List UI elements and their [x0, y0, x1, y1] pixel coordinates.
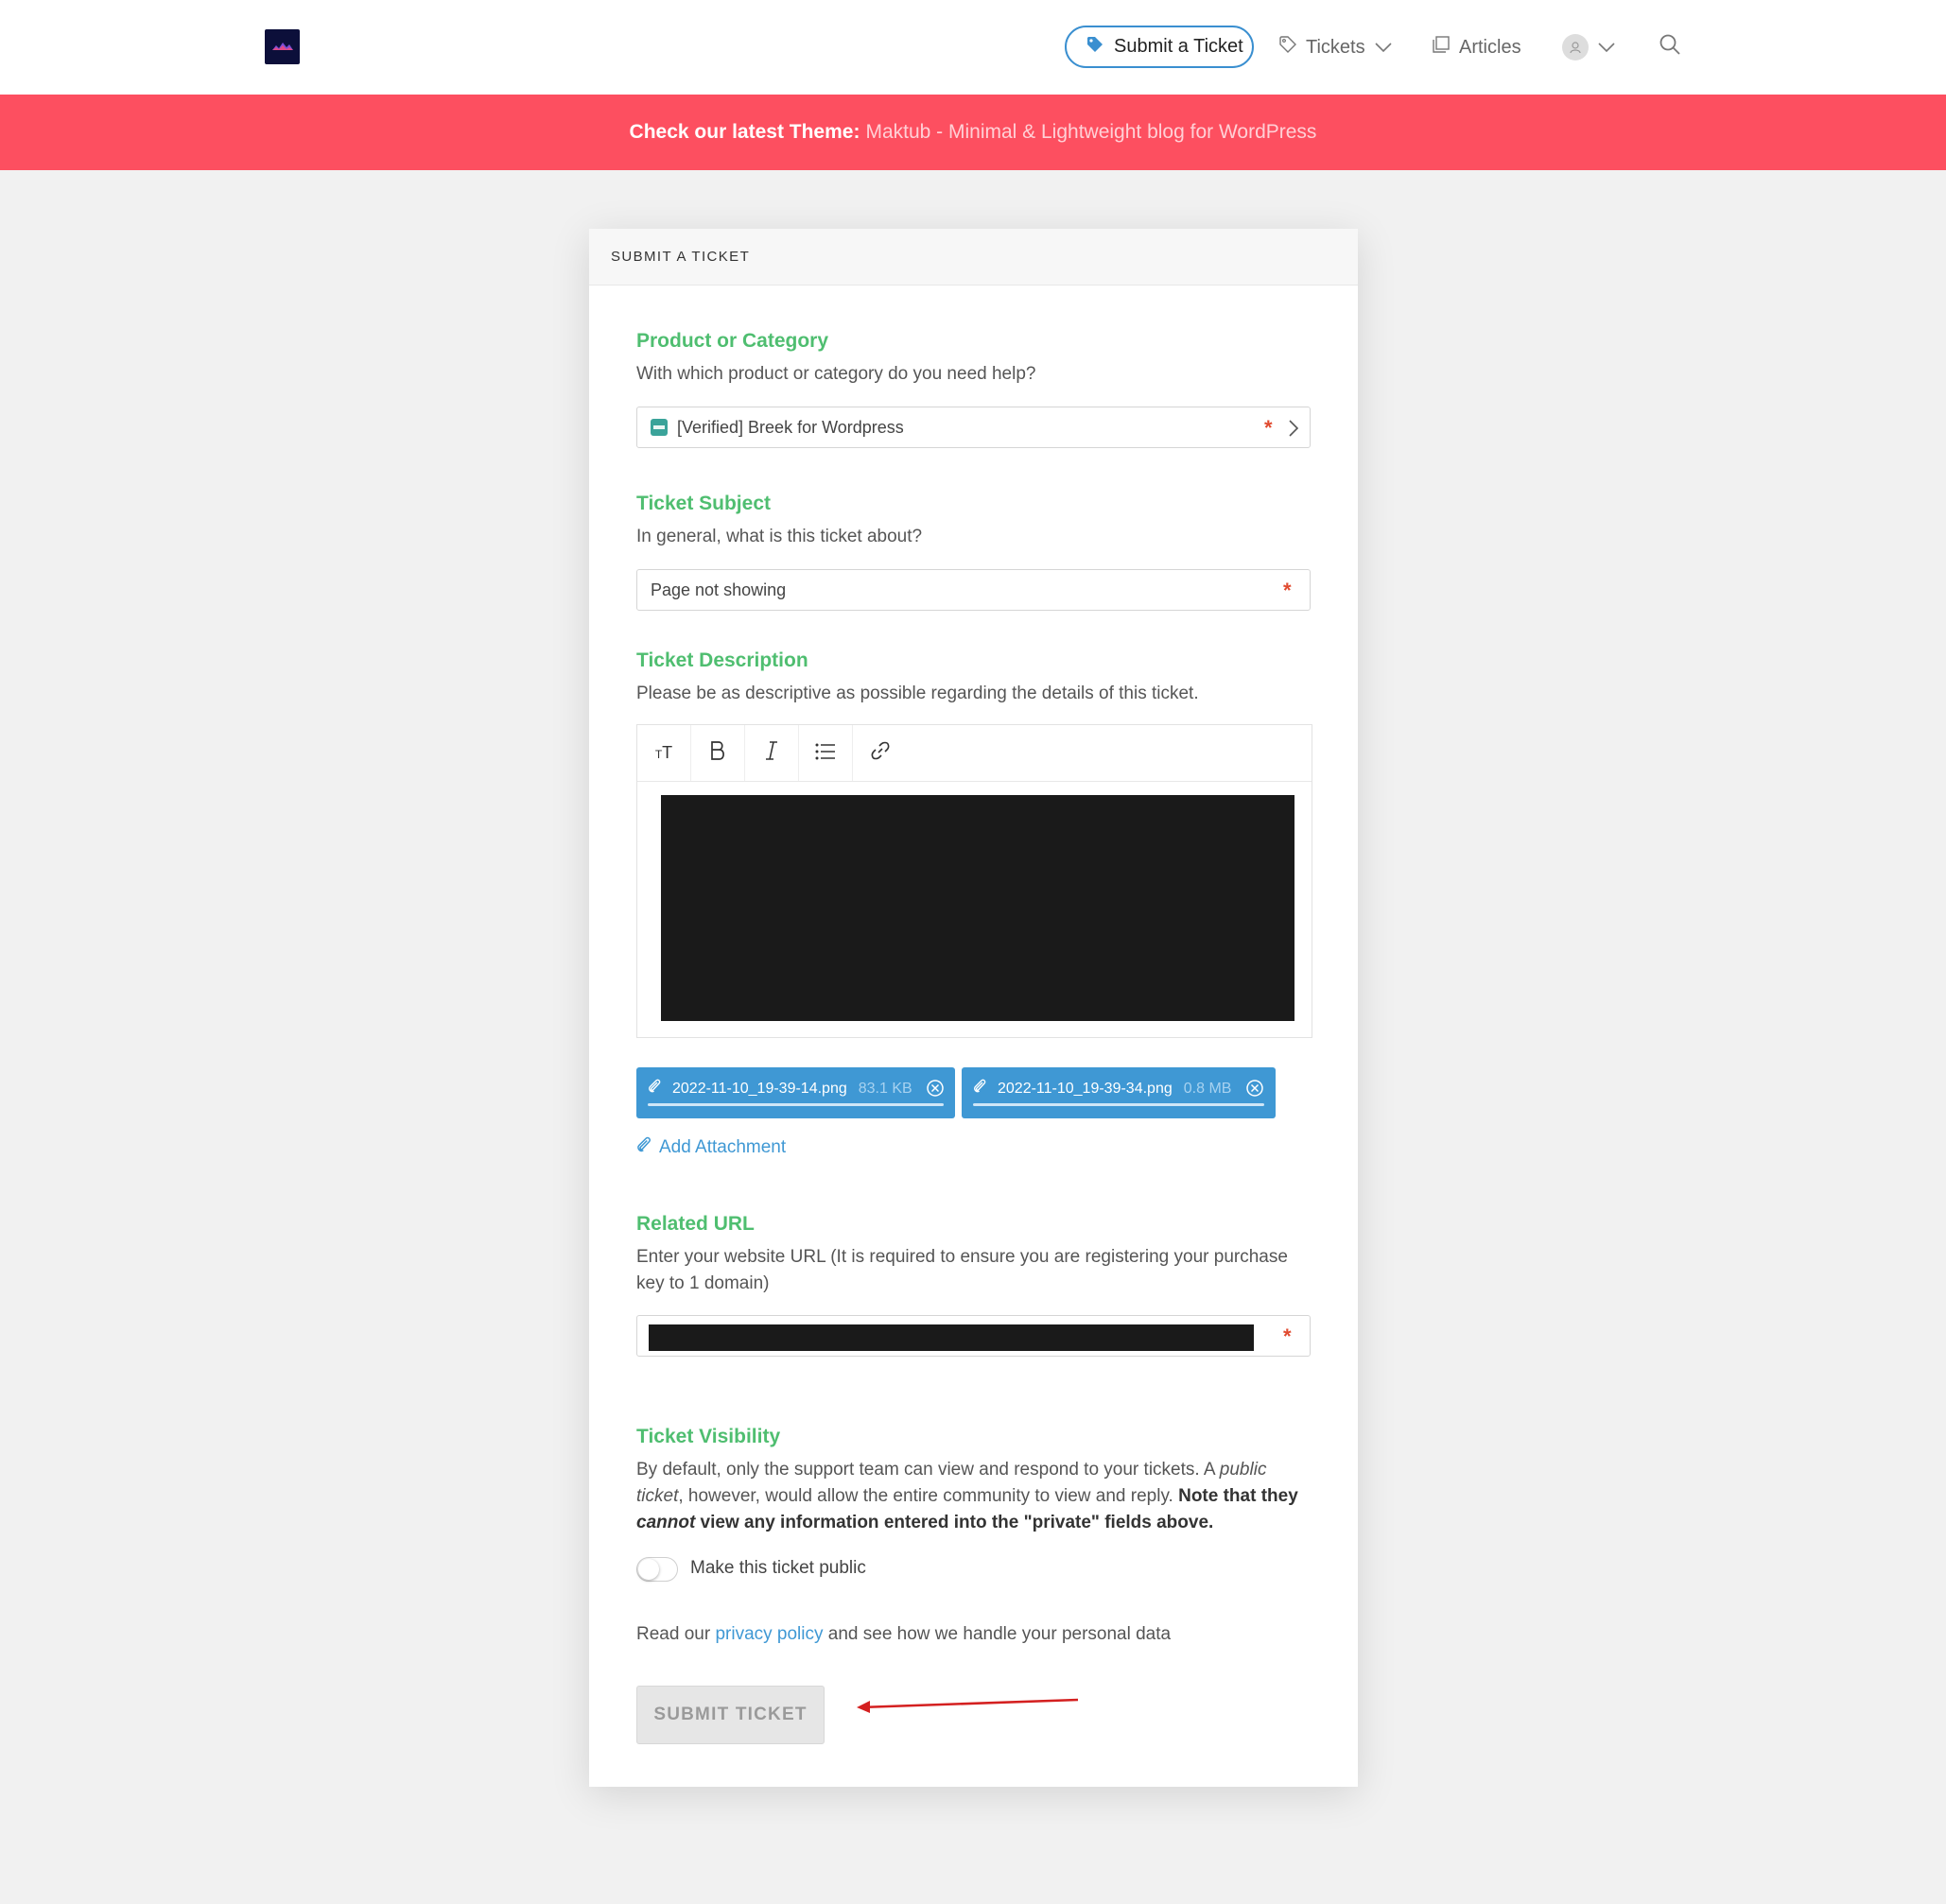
privacy-prefix: Read our [636, 1624, 716, 1644]
redacted-screenshot-image [661, 795, 1294, 1021]
link-button[interactable] [853, 725, 907, 781]
submit-ticket-button[interactable]: SUBMIT TICKET [636, 1686, 825, 1744]
tag-outline-icon [1278, 35, 1297, 60]
visibility-section-description: By default, only the support team can vi… [636, 1457, 1317, 1536]
attachment-size: 0.8 MB [1183, 1080, 1232, 1097]
visibility-note-text: view any information entered into the "p… [695, 1513, 1214, 1532]
remove-attachment-icon[interactable] [926, 1079, 945, 1102]
toggle-knob [638, 1559, 659, 1580]
rich-text-editor[interactable]: TT [636, 724, 1312, 1038]
visibility-text: , however, would allow the entire commun… [678, 1486, 1179, 1506]
privacy-notice: Read our privacy policy and see how we h… [636, 1624, 1171, 1645]
visibility-note-text: Note that they [1178, 1486, 1298, 1506]
subject-section-title: Ticket Subject [636, 493, 771, 514]
privacy-suffix: and see how we handle your personal data [823, 1624, 1172, 1644]
description-section-title: Ticket Description [636, 649, 808, 671]
articles-icon [1432, 35, 1451, 60]
link-icon [871, 741, 890, 766]
articles-nav-label: Articles [1459, 36, 1521, 58]
bullet-list-button[interactable] [799, 725, 853, 781]
visibility-text: By default, only the support team can vi… [636, 1460, 1220, 1480]
public-ticket-toggle[interactable] [636, 1557, 678, 1582]
public-ticket-toggle-label: Make this ticket public [690, 1558, 866, 1578]
visibility-cannot-emphasis: cannot [636, 1513, 696, 1532]
attachment-chip[interactable]: 2022-11-10_19-39-34.png 0.8 MB [962, 1067, 1276, 1118]
required-asterisk-icon: * [1283, 1324, 1292, 1348]
submit-ticket-card: SUBMIT A TICKET Product or Category With… [589, 229, 1358, 1787]
promo-banner-label: Check our latest Theme: [629, 121, 860, 143]
remove-attachment-icon[interactable] [1245, 1079, 1264, 1102]
product-section-title: Product or Category [636, 330, 829, 352]
italic-icon [764, 740, 779, 767]
add-attachment-label: Add Attachment [659, 1137, 787, 1157]
submit-ticket-nav-label: Submit a Ticket [1114, 36, 1243, 57]
required-asterisk-icon: * [1283, 579, 1292, 602]
submit-ticket-nav-button[interactable]: Submit a Ticket [1065, 26, 1254, 68]
ticket-subject-value: Page not showing [651, 580, 787, 599]
product-category-select[interactable]: [Verified] Breek for Wordpress * [636, 407, 1311, 448]
italic-button[interactable] [745, 725, 799, 781]
privacy-policy-link[interactable]: privacy policy [715, 1624, 823, 1644]
product-category-value: [Verified] Breek for Wordpress [677, 417, 904, 437]
search-icon [1659, 33, 1681, 61]
user-avatar-icon [1562, 34, 1589, 61]
paperclip-icon [636, 1136, 653, 1159]
description-section-description: Please be as descriptive as possible reg… [636, 684, 1199, 703]
visibility-section-title: Ticket Visibility [636, 1426, 781, 1447]
upload-progress-bar [648, 1103, 944, 1106]
promo-banner-link[interactable]: Maktub - Minimal & Lightweight blog for … [865, 121, 1316, 144]
promo-banner: Check our latest Theme: Maktub - Minimal… [0, 95, 1946, 170]
related-url-input[interactable]: * [636, 1315, 1311, 1357]
chevron-right-icon [1288, 419, 1299, 442]
ticket-subject-input[interactable]: Page not showing * [636, 569, 1311, 611]
subject-section-description: In general, what is this ticket about? [636, 527, 923, 546]
attachment-filename: 2022-11-10_19-39-34.png [998, 1080, 1173, 1097]
required-asterisk-icon: * [1264, 416, 1273, 440]
chevron-down-icon [1374, 37, 1393, 59]
editor-toolbar: TT [637, 725, 1312, 782]
text-size-icon: TT [654, 743, 673, 762]
search-button[interactable] [1659, 32, 1681, 62]
paperclip-icon [973, 1079, 988, 1099]
redacted-url-value [649, 1324, 1254, 1351]
red-annotation-arrow-icon [857, 1698, 1079, 1713]
attachment-filename: 2022-11-10_19-39-14.png [672, 1080, 847, 1097]
add-attachment-link[interactable]: Add Attachment [636, 1136, 786, 1159]
articles-nav-link[interactable]: Articles [1432, 32, 1521, 62]
product-thumbnail-icon [651, 419, 668, 436]
upload-progress-bar [973, 1103, 1264, 1106]
site-logo[interactable] [265, 29, 300, 64]
bold-button[interactable] [691, 725, 745, 781]
user-account-menu[interactable] [1562, 32, 1616, 62]
related-url-section-description: Enter your website URL (It is required t… [636, 1247, 1288, 1293]
paperclip-icon [648, 1079, 663, 1099]
product-section-description: With which product or category do you ne… [636, 364, 1036, 384]
related-url-section-title: Related URL [636, 1213, 755, 1235]
bullet-list-icon [815, 741, 836, 766]
attachment-chip[interactable]: 2022-11-10_19-39-14.png 83.1 KB [636, 1067, 955, 1118]
bold-icon [709, 740, 726, 767]
text-size-button[interactable]: TT [637, 725, 691, 781]
tickets-nav-label: Tickets [1306, 36, 1365, 58]
top-navigation-bar: Submit a Ticket Tickets Articles [0, 0, 1946, 95]
tag-icon [1086, 35, 1104, 60]
chevron-down-icon [1597, 37, 1616, 59]
attachment-size: 83.1 KB [858, 1080, 912, 1097]
tickets-nav-menu[interactable]: Tickets [1278, 32, 1393, 62]
card-title: SUBMIT A TICKET [589, 229, 1358, 286]
